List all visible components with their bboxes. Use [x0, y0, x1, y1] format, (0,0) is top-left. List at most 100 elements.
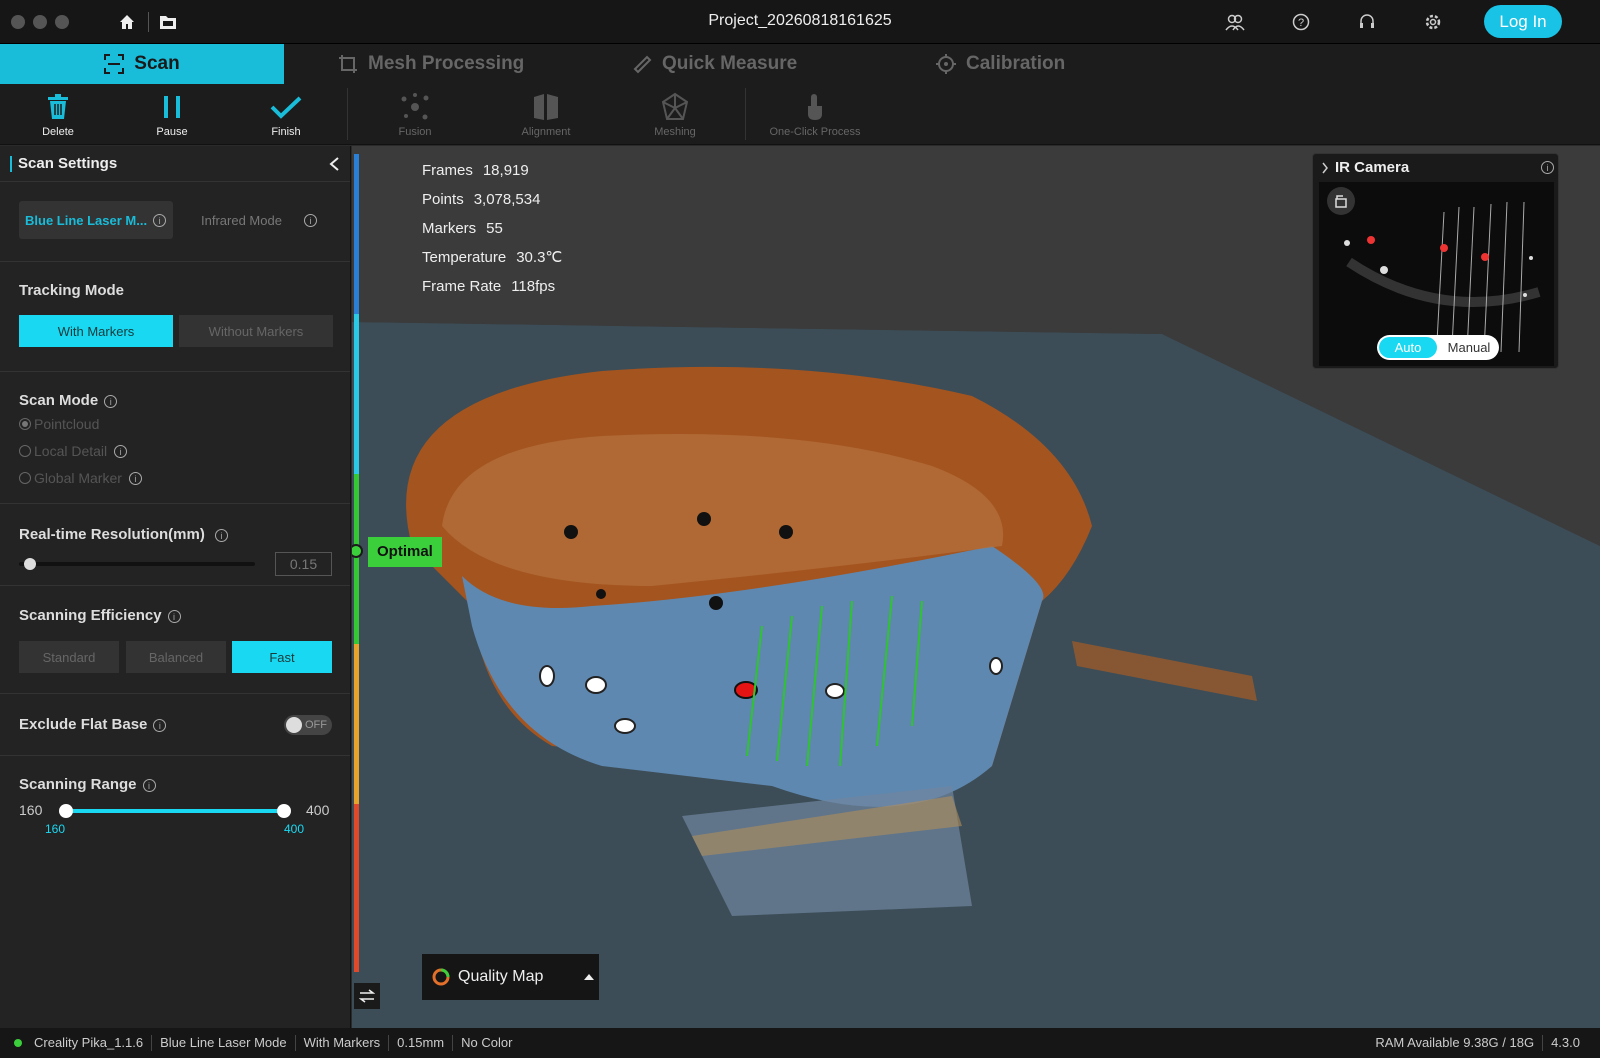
- radio-global-marker[interactable]: Global Marker i: [19, 470, 142, 486]
- rotate-camera-button[interactable]: [1327, 187, 1355, 215]
- stat-markers: Markers 55: [422, 214, 562, 243]
- temperature-value: 30.3℃: [516, 249, 563, 266]
- collapse-chevron-icon[interactable]: [328, 156, 340, 172]
- blue-line-laser-mode-button[interactable]: Blue Line Laser M... i: [19, 201, 173, 239]
- range-max-label: 400: [306, 802, 330, 818]
- info-icon[interactable]: i: [153, 213, 167, 227]
- exposure-toggle: Auto Manual: [1377, 335, 1499, 360]
- login-button[interactable]: Log In: [1484, 5, 1562, 38]
- info-icon[interactable]: i: [114, 444, 128, 458]
- flat-base-title-text: Exclude Flat Base: [19, 716, 148, 733]
- radio-local-detail[interactable]: Local Detail i: [19, 443, 128, 459]
- tracking-mode-section: Tracking Mode With Markers Without Marke…: [0, 262, 350, 372]
- resolution-title-text: Real-time Resolution(mm): [19, 526, 205, 543]
- tab-calibration-label: Calibration: [966, 53, 1066, 74]
- mesh-icon: [339, 55, 357, 73]
- fusion-icon: [399, 92, 431, 122]
- flat-base-toggle[interactable]: OFF: [284, 715, 332, 735]
- status-bar: Creality Pika_1.1.6 Blue Line Laser Mode…: [0, 1028, 1600, 1058]
- community-icon[interactable]: [1224, 11, 1246, 33]
- efficiency-fast-button[interactable]: Fast: [232, 641, 332, 673]
- rotate-icon: [1335, 195, 1347, 208]
- fusion-label: Fusion: [398, 125, 432, 138]
- tracking-mode-title: Tracking Mode: [19, 282, 125, 299]
- manual-exposure-button[interactable]: Manual: [1439, 335, 1499, 360]
- info-icon[interactable]: i: [128, 471, 142, 485]
- help-icon[interactable]: ?: [1290, 11, 1312, 33]
- one-click-process-button[interactable]: One-Click Process: [760, 84, 870, 145]
- tab-mesh-label: Mesh Processing: [368, 53, 525, 74]
- quality-legend-bar: [354, 154, 359, 972]
- blue-mode-label: Blue Line Laser M...: [25, 212, 148, 228]
- finish-label: Finish: [271, 125, 301, 138]
- quality-map-dropdown[interactable]: Quality Map: [422, 954, 599, 1000]
- range-high-thumb[interactable]: [277, 804, 291, 818]
- info-icon[interactable]: i: [167, 610, 181, 623]
- resolution-slider-track[interactable]: [19, 562, 255, 566]
- info-icon[interactable]: i: [142, 779, 156, 792]
- tab-calibration[interactable]: Calibration: [936, 44, 1065, 84]
- 3d-viewport[interactable]: Optimal Frames 18,919 Points 3,078,534 Mar…: [352, 146, 1600, 1028]
- pause-button[interactable]: Pause: [142, 84, 202, 145]
- tab-quick-measure[interactable]: Quick Measure: [632, 44, 797, 84]
- swap-view-button[interactable]: [354, 983, 380, 1009]
- efficiency-title: Scanning Efficiency i: [19, 607, 181, 624]
- delete-button[interactable]: Delete: [28, 84, 88, 145]
- info-icon[interactable]: i: [153, 719, 167, 732]
- ir-camera-title: IR Camera: [1335, 159, 1410, 176]
- global-marker-label: Global Marker: [34, 470, 122, 486]
- alignment-label: Alignment: [521, 125, 571, 138]
- ruler-icon: [633, 55, 652, 74]
- trash-icon: [42, 92, 74, 122]
- resolution-slider-thumb[interactable]: [24, 558, 36, 570]
- radio-icon: [19, 445, 31, 457]
- scan-icon: [104, 54, 125, 74]
- status-version: 4.3.0: [1551, 1035, 1580, 1050]
- meshing-button[interactable]: Meshing: [640, 84, 710, 145]
- quality-map-icon: [432, 968, 450, 986]
- points-label: Points: [422, 191, 464, 208]
- scan-stats: Frames 18,919 Points 3,078,534 Markers 55 T…: [422, 156, 562, 301]
- radio-icon: [19, 472, 31, 484]
- checkmark-icon: [270, 92, 302, 122]
- infrared-mode-label: Infrared Mode: [201, 212, 282, 228]
- efficiency-balanced-button[interactable]: Balanced: [126, 641, 226, 673]
- alignment-icon: [530, 92, 562, 122]
- range-low-thumb[interactable]: [59, 804, 73, 818]
- status-ram: RAM Available 9.38G / 18G: [1367, 1035, 1544, 1051]
- efficiency-section: Scanning Efficiency i Standard Balanced F…: [0, 586, 350, 694]
- settings-gear-icon[interactable]: [1422, 11, 1444, 33]
- scan-toolbar: Delete Pause Finish Fusion Alignment Mes…: [0, 84, 1600, 145]
- radio-pointcloud[interactable]: Pointcloud: [19, 416, 99, 432]
- range-min-label: 160: [19, 802, 43, 818]
- info-icon[interactable]: i: [303, 213, 317, 227]
- tab-mesh-processing[interactable]: Mesh Processing: [338, 44, 524, 84]
- without-markers-button[interactable]: Without Markers: [179, 315, 333, 347]
- ir-camera-header[interactable]: IR Camera: [1321, 159, 1409, 176]
- info-icon[interactable]: i: [214, 529, 228, 542]
- support-headset-icon[interactable]: [1356, 11, 1378, 33]
- infrared-mode-button[interactable]: Infrared Mode i: [182, 201, 332, 239]
- radio-selected-icon: [19, 418, 31, 430]
- app-window: Project_20260818161625 ? Log In Scan Mes…: [0, 0, 1600, 1058]
- title-bar: Project_20260818161625 ? Log In: [0, 0, 1600, 44]
- alignment-button[interactable]: Alignment: [511, 84, 581, 145]
- range-high-value: 400: [284, 822, 305, 836]
- ir-camera-panel: IR Camera i Auto Manual: [1312, 153, 1559, 369]
- info-icon[interactable]: i: [104, 395, 118, 408]
- meshing-label: Meshing: [654, 125, 696, 138]
- efficiency-standard-button[interactable]: Standard: [19, 641, 119, 673]
- info-icon[interactable]: i: [1541, 161, 1554, 174]
- fusion-button[interactable]: Fusion: [385, 84, 445, 145]
- auto-exposure-button[interactable]: Auto: [1379, 337, 1437, 358]
- efficiency-title-text: Scanning Efficiency: [19, 607, 162, 624]
- finish-button[interactable]: Finish: [256, 84, 316, 145]
- stat-points: Points 3,078,534: [422, 185, 562, 214]
- scan-settings-panel: Scan Settings Blue Line Laser M... i Infr…: [0, 146, 351, 1028]
- resolution-value-input[interactable]: 0.15: [275, 552, 332, 576]
- tab-scan[interactable]: Scan: [0, 44, 284, 84]
- with-markers-button[interactable]: With Markers: [19, 315, 173, 347]
- range-low-value: 160: [45, 822, 66, 836]
- range-slider-track[interactable]: [66, 809, 284, 813]
- stat-frames: Frames 18,919: [422, 156, 562, 185]
